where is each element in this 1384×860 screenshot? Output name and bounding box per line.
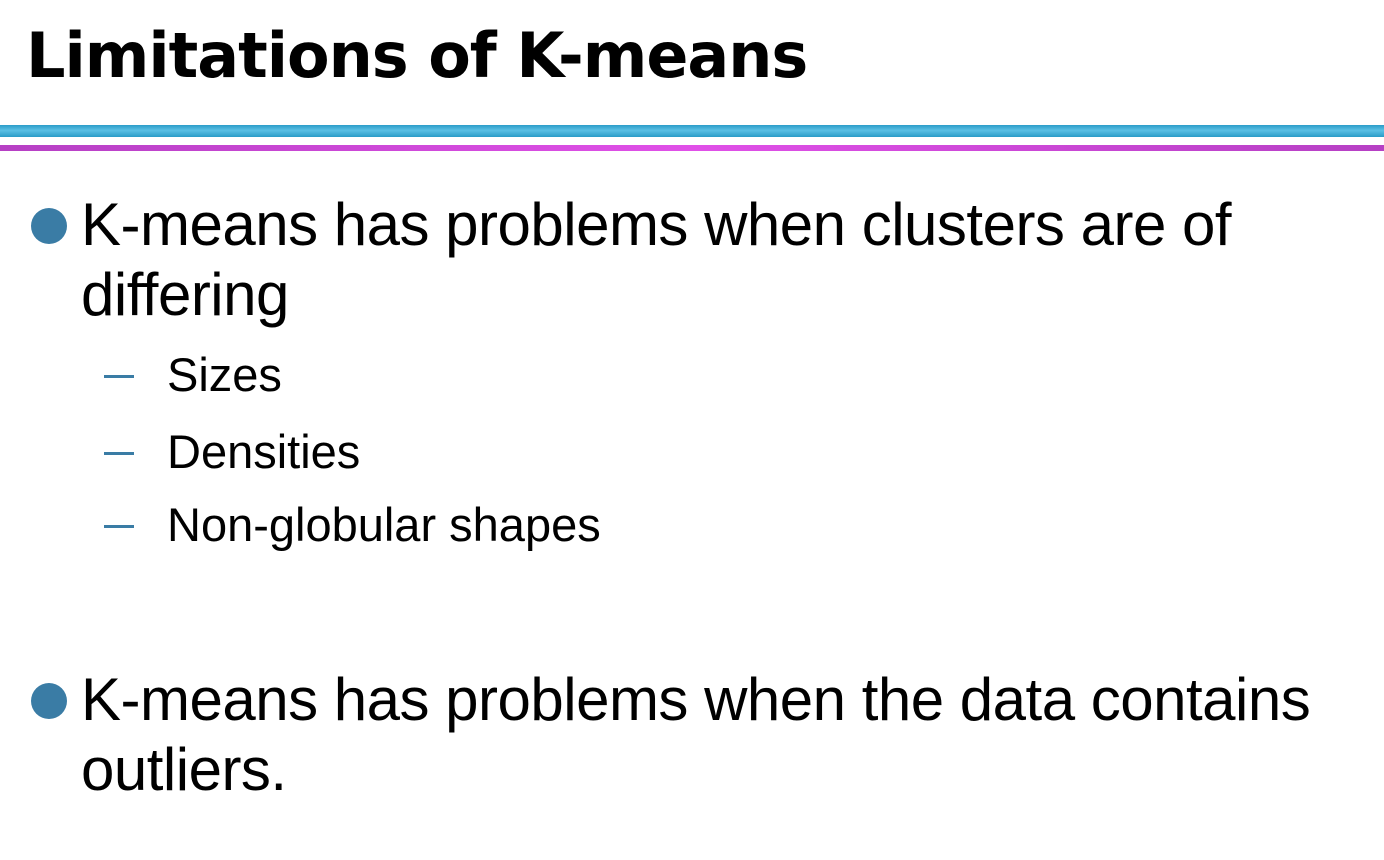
title-divider-blue: [0, 125, 1384, 137]
sub-bullet-item: Non-globular shapes: [0, 500, 1384, 550]
dash-icon: [104, 427, 136, 477]
dash-icon: [104, 350, 136, 400]
sub-bullet-item: Densities: [0, 427, 1384, 477]
slide-title: Limitations of K-means: [26, 19, 808, 92]
title-divider-magenta: [0, 145, 1384, 151]
sub-bullet-text: Non-globular shapes: [167, 498, 601, 551]
sub-bullet-text: Densities: [167, 425, 361, 478]
bullet-text: K-means has problems when the data conta…: [81, 666, 1311, 803]
sub-bullet-text: Sizes: [167, 348, 282, 401]
bullet-circle-icon: [31, 683, 67, 719]
sub-bullet-item: Sizes: [0, 350, 1384, 400]
bullet-circle-icon: [31, 208, 67, 244]
bullet-text: K-means has problems when clusters are o…: [81, 191, 1232, 328]
dash-icon: [104, 500, 136, 550]
